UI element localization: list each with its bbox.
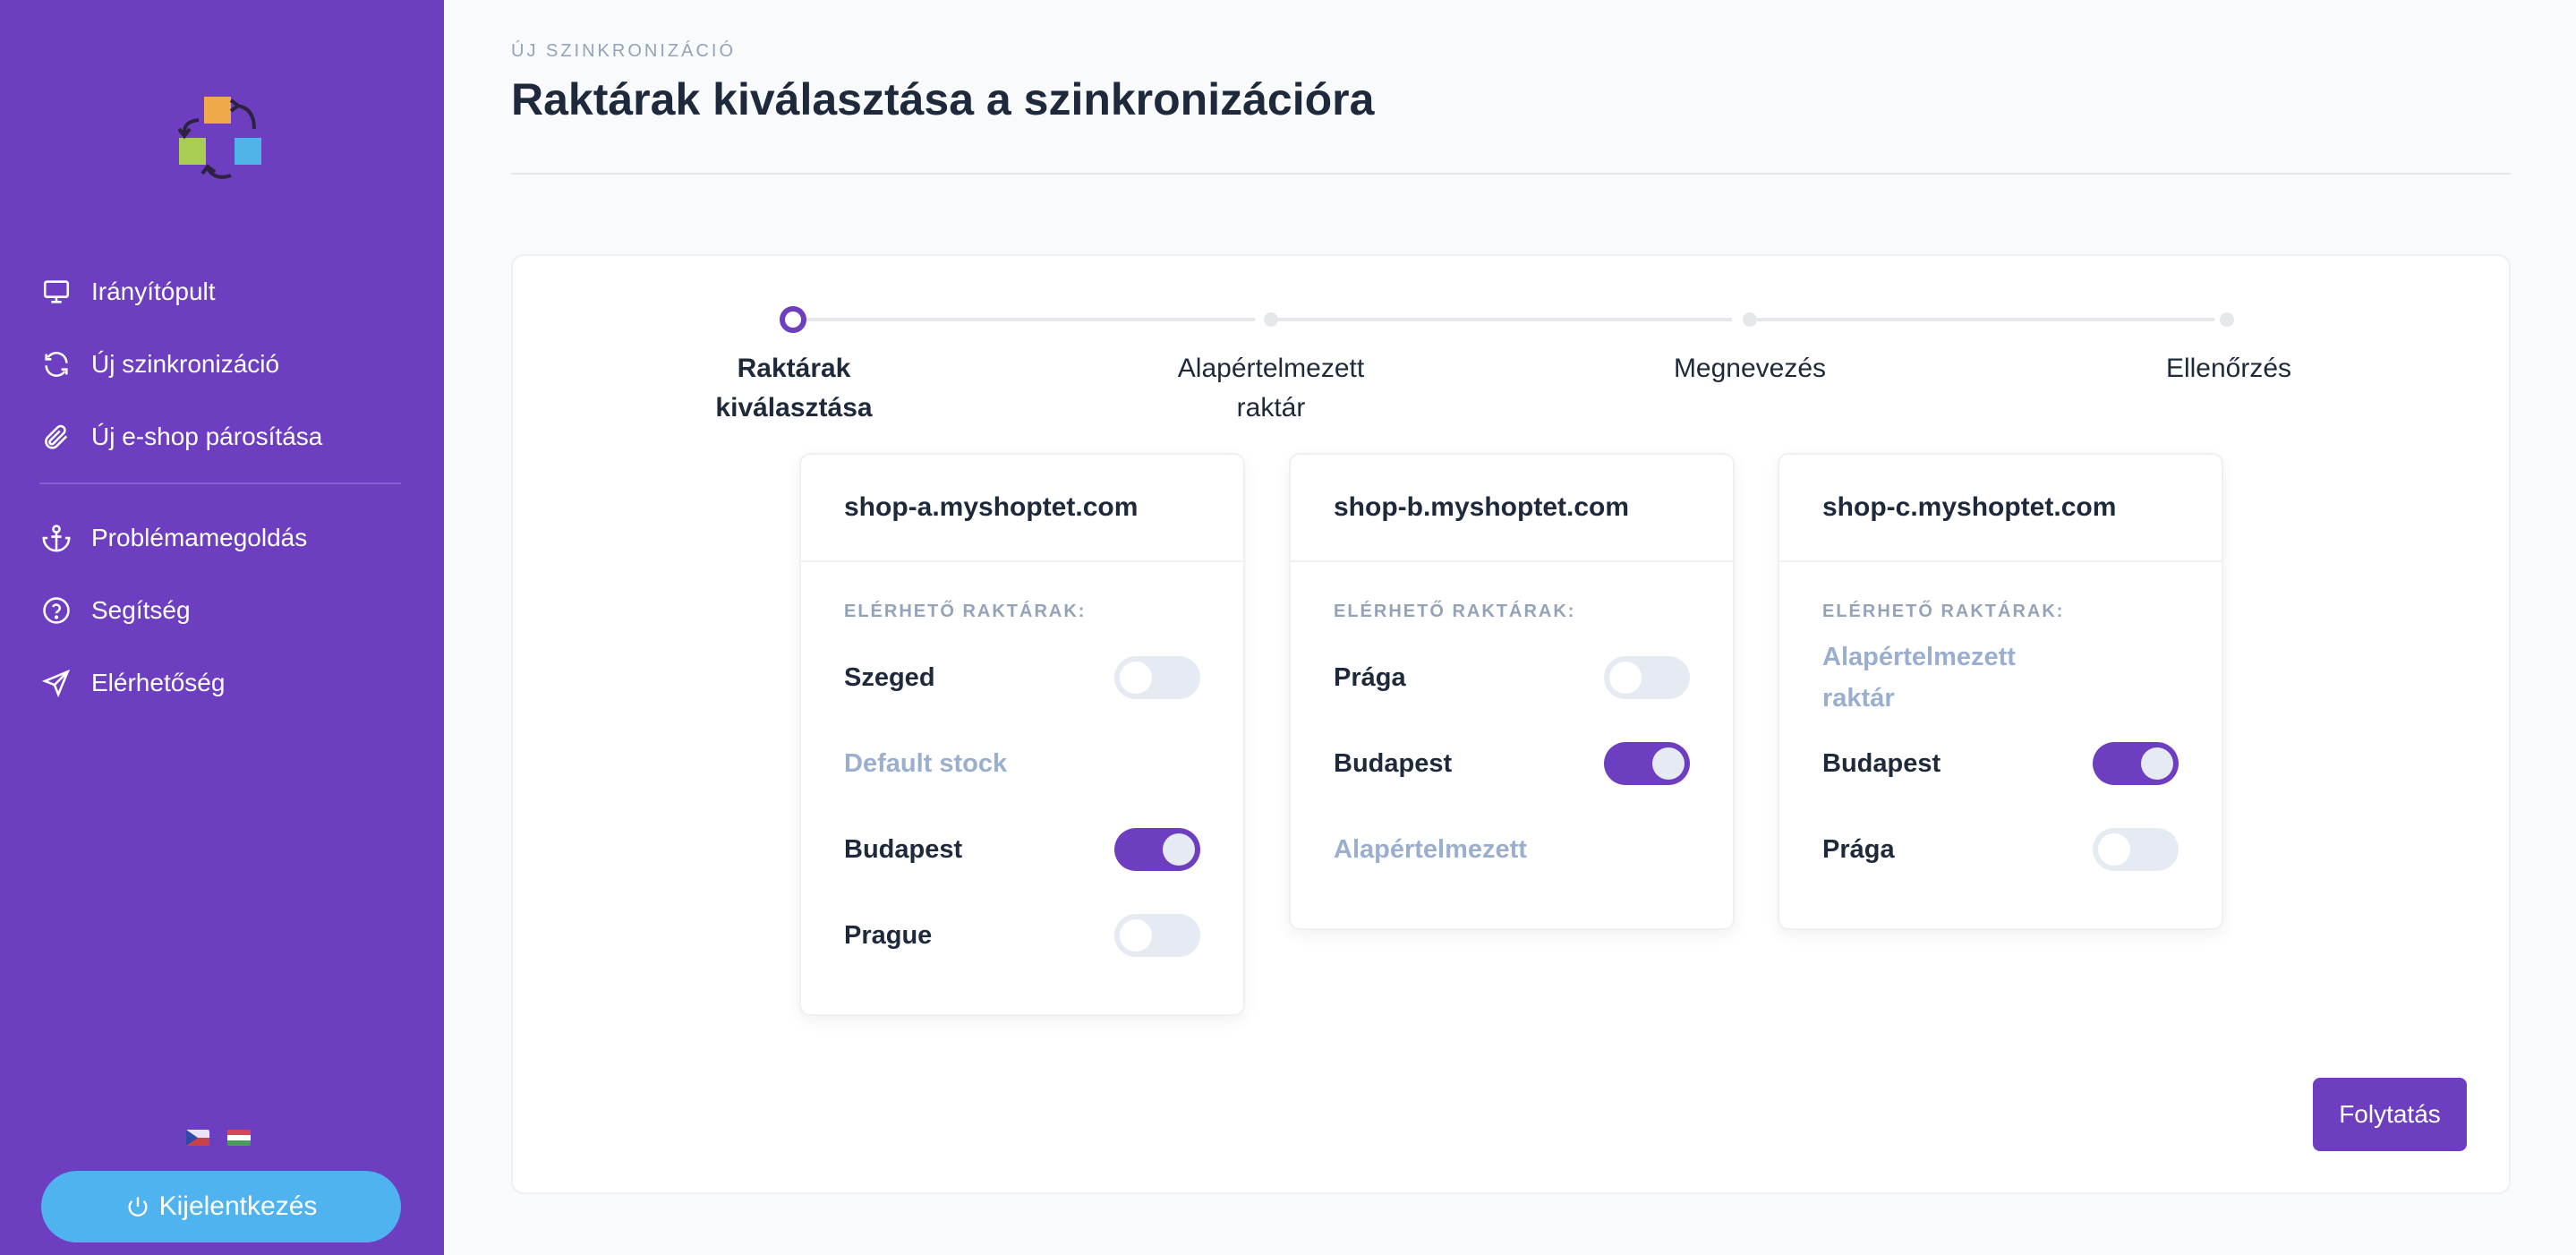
warehouse-toggle[interactable] [2093,828,2179,871]
warehouse-row: Alapértelmezett raktár [1822,635,2179,721]
warehouse-name: Prága [1334,662,1406,692]
warehouse-name: Prága [1822,834,1895,864]
title-divider [511,173,2511,175]
step-label-3: Megnevezés [1673,354,1827,383]
warehouse-toggle[interactable] [1114,828,1200,871]
paperclip-icon [39,420,73,454]
anchor-icon [39,521,73,555]
sidebar-item-dashboard[interactable]: Irányítópult [39,265,401,319]
sidebar-item-label: Elérhetőség [91,669,226,696]
language-switcher [186,1130,251,1146]
warehouse-name: Alapértelmezett [1334,835,1527,864]
warehouse-row: Prága [1822,807,2179,892]
step-dot-3[interactable] [1743,312,1757,327]
monitor-icon [39,275,73,309]
sidebar: Irányítópult Új szinkronizáció Új e-shop… [0,0,444,1255]
shop-card-title: shop-c.myshoptet.com [1779,455,2222,562]
page-eyebrow: ÚJ SZINKRONIZÁCIÓ [511,41,737,61]
shop-card-a: shop-a.myshoptet.com ELÉRHETŐ RAKTÁRAK: … [799,453,1245,1016]
sidebar-item-help[interactable]: Segítség [39,584,401,637]
warehouse-row: Default stock [844,721,1200,807]
warehouse-name: Szeged [844,662,935,692]
power-icon [128,1197,148,1217]
sidebar-nav: Irányítópult Új szinkronizáció Új e-shop… [39,265,401,729]
stepper-line [806,318,1255,321]
warehouse-toggle[interactable] [1114,914,1200,957]
hungarian-flag-icon[interactable] [227,1130,251,1146]
warehouse-row: Prága [1334,635,1690,721]
help-circle-icon [39,593,73,628]
warehouse-name: Budapest [844,834,963,864]
warehouse-toggle[interactable] [1114,656,1200,699]
refresh-icon [39,347,73,381]
sidebar-item-contact[interactable]: Elérhetőség [39,656,401,710]
warehouse-name: Budapest [1334,748,1453,778]
warehouse-row: Budapest [844,807,1200,892]
warehouse-row: Budapest [1334,721,1690,807]
warehouse-row: Prague [844,892,1200,978]
shop-card-title: shop-a.myshoptet.com [801,455,1243,562]
sync-logo-icon [177,97,261,179]
sidebar-item-troubleshooting[interactable]: Problémamegoldás [39,511,401,565]
warehouse-name: Budapest [1822,748,1941,778]
sidebar-item-label: Segítség [91,596,191,624]
shop-card-title: shop-b.myshoptet.com [1291,455,1733,562]
step-label-4: Ellenőrzés [2165,354,2292,383]
available-warehouses-label: ELÉRHETŐ RAKTÁRAK: [844,602,1087,621]
warehouse-name: Prague [844,920,933,950]
sidebar-divider [39,482,401,484]
sidebar-item-pair-eshop[interactable]: Új e-shop párosítása [39,410,401,464]
step-dot-2[interactable] [1264,312,1278,327]
shop-card-b: shop-b.myshoptet.com ELÉRHETŐ RAKTÁRAK: … [1289,453,1735,930]
sidebar-item-label: Új e-shop párosítása [91,423,323,450]
available-warehouses-label: ELÉRHETŐ RAKTÁRAK: [1822,602,2065,621]
warehouse-toggle[interactable] [2093,742,2179,785]
warehouse-row: Budapest [1822,721,2179,807]
shop-card-c: shop-c.myshoptet.com ELÉRHETŐ RAKTÁRAK: … [1778,453,2223,930]
app-logo[interactable] [175,93,265,183]
logout-label: Kijelentkezés [158,1191,318,1221]
step-dot-1[interactable] [780,306,806,333]
step-label-2: Alapértelmezett raktár [1177,354,1365,423]
warehouse-name: Default stock [844,749,1008,778]
sidebar-item-label: Problémamegoldás [91,524,308,551]
sidebar-item-label: Új szinkronizáció [91,350,280,378]
stepper-line [1757,318,2214,321]
czech-flag-icon[interactable] [186,1130,209,1146]
warehouse-name: Alapértelmezett raktár [1822,643,2016,713]
step-label-1: Raktárak kiválasztása [715,354,873,423]
sidebar-item-new-sync[interactable]: Új szinkronizáció [39,337,401,391]
warehouse-toggle[interactable] [1604,656,1690,699]
continue-button[interactable]: Folytatás [2313,1078,2467,1151]
sidebar-item-label: Irányítópult [91,277,216,305]
page-title: Raktárak kiválasztása a szinkronizációra [511,74,1375,124]
step-dot-4[interactable] [2220,312,2234,327]
send-icon [39,666,73,700]
warehouse-row: Szeged [844,635,1200,721]
warehouse-toggle[interactable] [1604,742,1690,785]
logout-button[interactable]: Kijelentkezés [41,1171,401,1242]
available-warehouses-label: ELÉRHETŐ RAKTÁRAK: [1334,602,1576,621]
warehouse-row: Alapértelmezett [1334,807,1690,892]
stepper-line [1278,318,1732,321]
